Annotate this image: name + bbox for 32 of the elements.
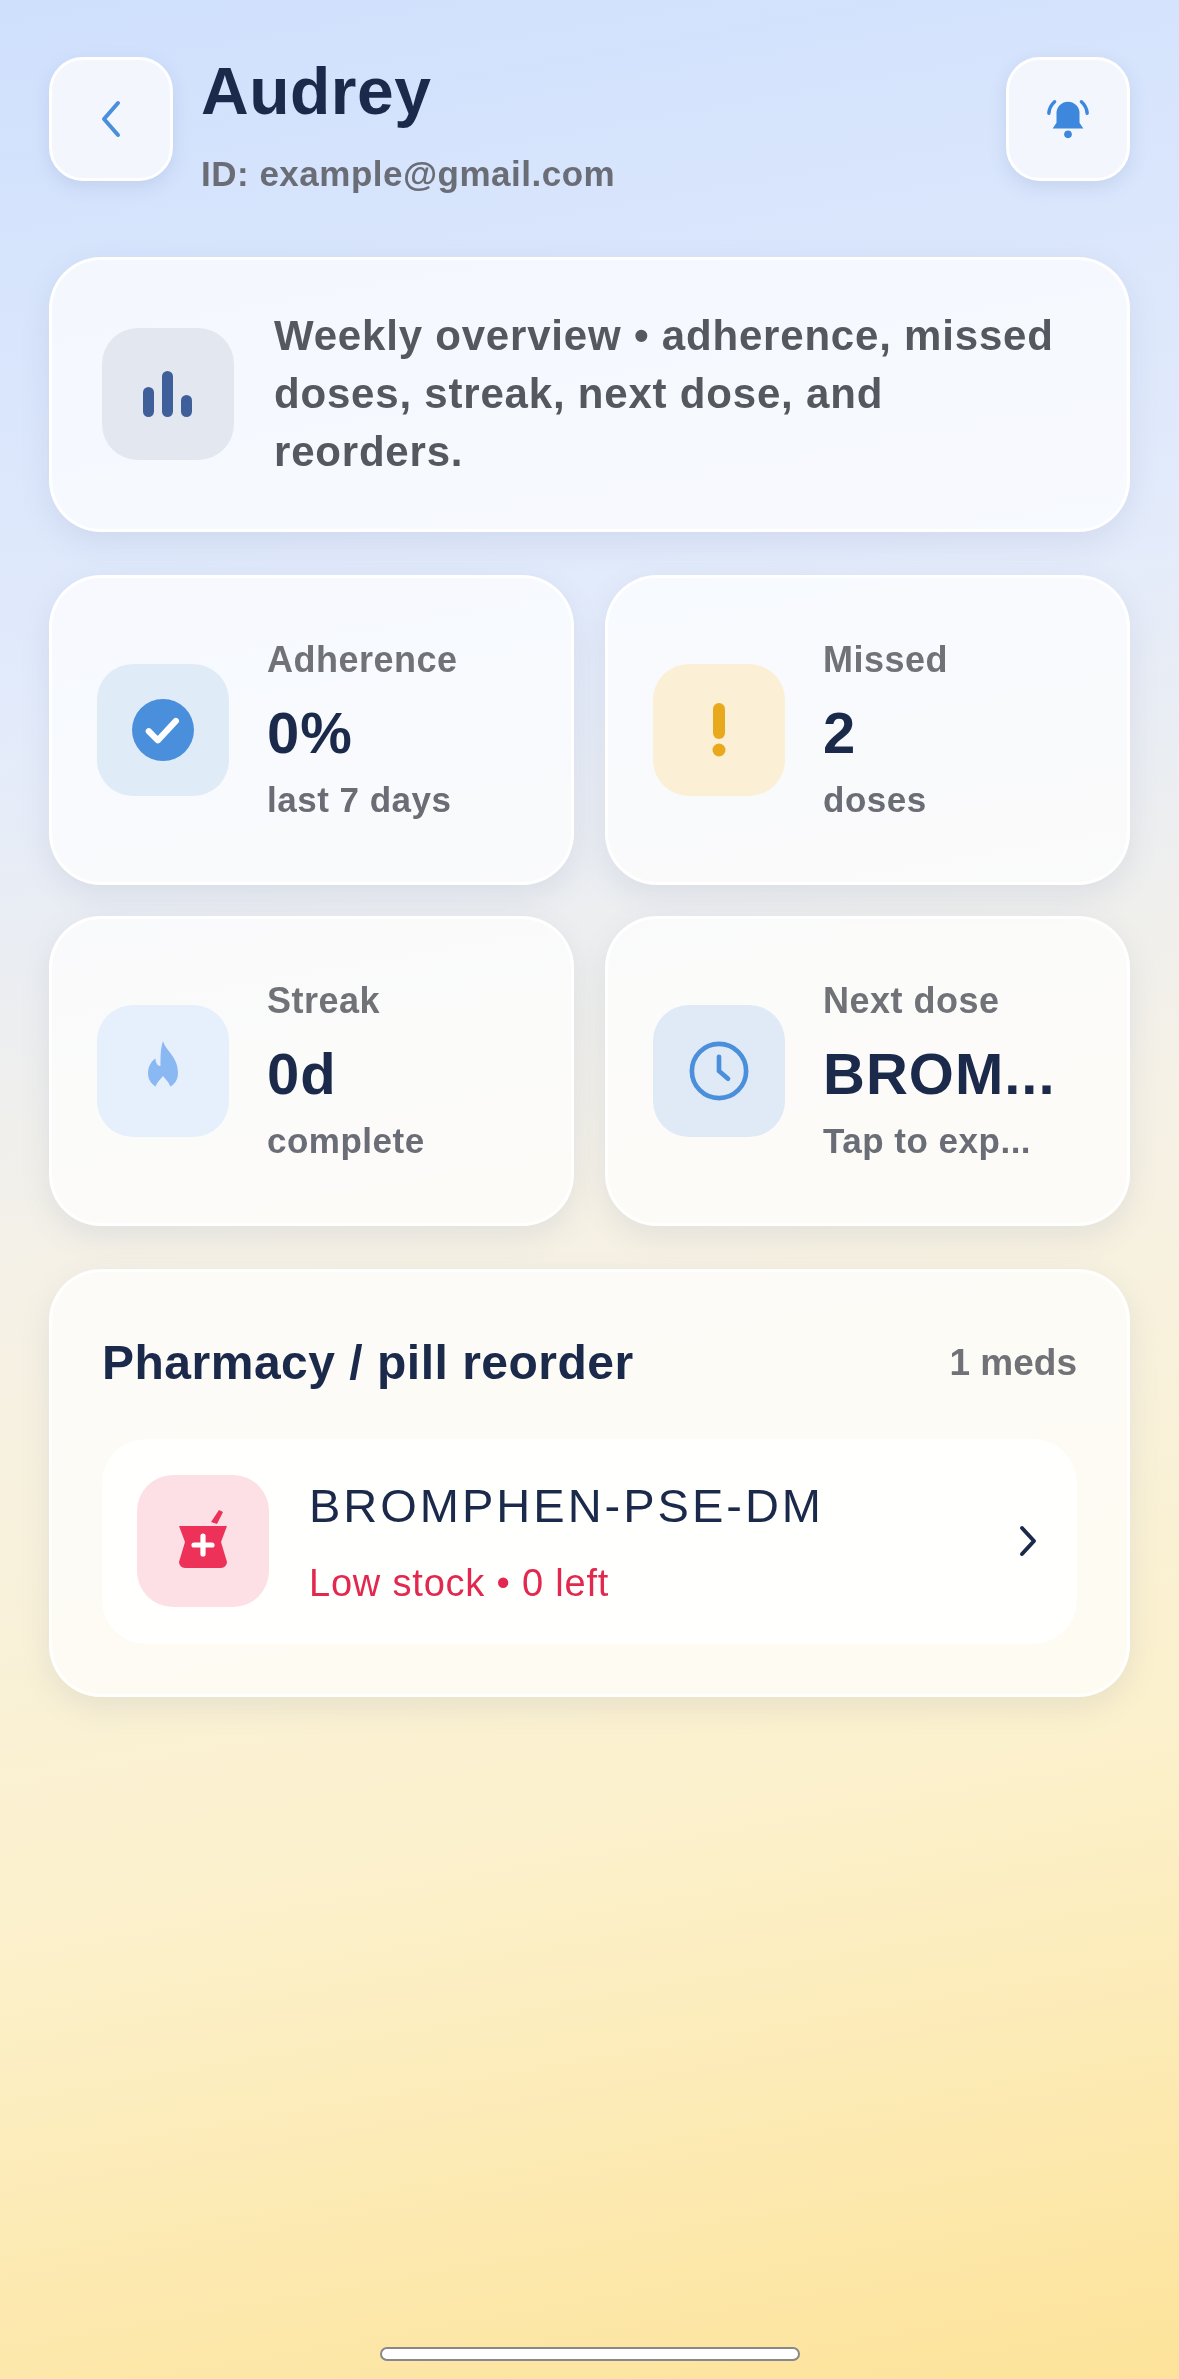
bar-chart-icon — [143, 371, 193, 418]
stat-value: 2 — [823, 700, 858, 765]
notification-button[interactable] — [1006, 57, 1130, 181]
stat-value: 0d — [267, 1041, 338, 1106]
stat-card[interactable]: Missed 2 doses — [605, 574, 1130, 885]
home-indicator[interactable] — [380, 2347, 800, 2361]
clock-icon — [688, 1039, 750, 1102]
stat-note: Tap to exp... — [823, 1120, 1033, 1163]
user-id: ID: example@gmail.com — [201, 153, 617, 196]
stat-label: Missed — [823, 637, 949, 682]
medication-name: BROMPHEN-PSE-DM — [309, 1477, 826, 1534]
stat-card[interactable]: Streak 0d complete — [49, 915, 574, 1226]
stat-card[interactable]: Next dose BROM... Tap to exp... — [605, 915, 1130, 1226]
stock-status: Low stock • 0 left — [309, 1561, 611, 1607]
chevron-right-icon — [1019, 1525, 1037, 1558]
stat-value: 0% — [267, 700, 354, 765]
exclamation-icon — [712, 702, 726, 757]
stat-card[interactable]: Adherence 0% last 7 days — [49, 574, 574, 885]
stat-note: last 7 days — [267, 779, 453, 822]
stat-value: BROM... — [823, 1041, 1056, 1106]
section-title: Pharmacy / pill reorder — [102, 1334, 634, 1391]
medication-row[interactable]: BROMPHEN-PSE-DM Low stock • 0 left — [102, 1438, 1077, 1644]
stat-label: Streak — [267, 978, 382, 1023]
med-count: 1 meds — [949, 1341, 1077, 1386]
check-icon — [132, 698, 194, 761]
stat-label: Adherence — [267, 637, 458, 682]
stat-note: doses — [823, 779, 928, 822]
back-icon — [100, 99, 122, 139]
stat-note: complete — [267, 1120, 425, 1163]
overview-text: Weekly overview • adherence, missed doses, streak, next dose, and reorders. — [274, 311, 1055, 478]
user-name: Audrey — [201, 57, 433, 127]
stat-label: Next dose — [823, 978, 1001, 1023]
